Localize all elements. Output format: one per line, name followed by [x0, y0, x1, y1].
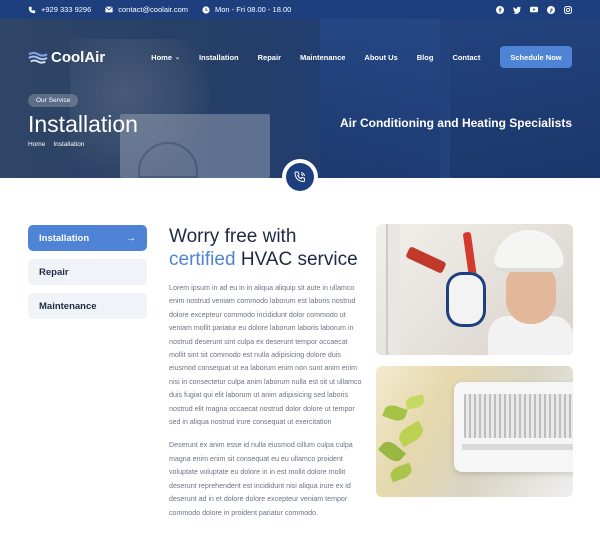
instagram-icon[interactable]: [564, 5, 572, 14]
mail-icon: [105, 6, 114, 14]
twitter-icon[interactable]: [513, 6, 521, 14]
service-badge: Our Service: [28, 94, 79, 107]
main-content: Worry free with certified HVAC service L…: [169, 225, 365, 520]
breadcrumb-home[interactable]: Home: [28, 141, 45, 148]
breadcrumb: Home Installation: [28, 141, 84, 148]
sidebar-item-repair[interactable]: Repair: [28, 259, 147, 285]
logo[interactable]: CoolAir: [28, 49, 105, 66]
sidebar-item-maintenance[interactable]: Maintenance: [28, 293, 147, 319]
topbar-email-text: contact@coolair.com: [118, 5, 188, 14]
chevron-down-icon: ⌄: [175, 54, 181, 61]
schedule-now-button[interactable]: Schedule Now: [500, 46, 572, 68]
pinterest-icon[interactable]: [547, 5, 555, 14]
topbar-email[interactable]: contact@coolair.com: [105, 5, 188, 14]
nav-item-repair[interactable]: Repair: [258, 53, 281, 62]
nav-item-blog[interactable]: Blog: [417, 53, 434, 62]
page-title: Installation: [28, 111, 138, 137]
breadcrumb-current: Installation: [53, 141, 85, 148]
logo-wind-icon: [28, 51, 48, 64]
nav-item-contact[interactable]: Contact: [452, 53, 480, 62]
top-bar: +929 333 9296 contact@coolair.com Mon - …: [0, 0, 600, 19]
phone-call-icon: [294, 171, 305, 183]
nav-menu: Home ⌄ Installation Repair Maintenance Ab…: [151, 53, 499, 62]
content-paragraph-1: Lorem ipsum in ad eu in in aliqua aliqui…: [169, 284, 362, 427]
nav-item-maintenance[interactable]: Maintenance: [300, 53, 345, 62]
sidebar-item-installation[interactable]: Installation →: [28, 225, 147, 251]
topbar-hours: Mon - Fri 08.00 - 18.00: [202, 5, 291, 14]
technician-photo: [376, 224, 573, 355]
content-heading: Worry free with certified HVAC service: [169, 226, 358, 270]
service-sidebar: Installation → Repair Maintenance: [28, 225, 147, 327]
main-nav: CoolAir Home ⌄ Installation Repair Mainte…: [0, 44, 600, 70]
call-button[interactable]: [282, 159, 318, 195]
clock-icon: [202, 5, 210, 14]
ac-unit-photo: [376, 366, 573, 497]
nav-item-installation[interactable]: Installation: [199, 53, 239, 62]
logo-text: CoolAir: [51, 48, 106, 66]
phone-icon: [28, 6, 36, 14]
youtube-icon[interactable]: [530, 6, 538, 14]
heading-highlight: certified: [169, 249, 236, 270]
nav-item-about-us[interactable]: About Us: [364, 53, 397, 62]
sidebar-item-label: Installation: [39, 232, 90, 244]
hero-banner: CoolAir Home ⌄ Installation Repair Mainte…: [0, 19, 600, 178]
topbar-hours-text: Mon - Fri 08.00 - 18.00: [215, 5, 292, 14]
topbar-phone-text: +929 333 9296: [41, 5, 92, 14]
arrow-right-icon: →: [126, 232, 136, 244]
nav-item-home[interactable]: Home ⌄: [151, 53, 180, 62]
social-links: [496, 5, 572, 14]
topbar-phone[interactable]: +929 333 9296: [28, 5, 91, 14]
hero-tagline: Air Conditioning and Heating Specialists: [339, 116, 572, 130]
content-paragraph-2: Deserunt ex anim esse id nulla eiusmod c…: [169, 441, 353, 517]
sidebar-item-label: Maintenance: [39, 300, 97, 312]
sidebar-item-label: Repair: [39, 266, 69, 278]
facebook-icon[interactable]: [496, 5, 504, 14]
